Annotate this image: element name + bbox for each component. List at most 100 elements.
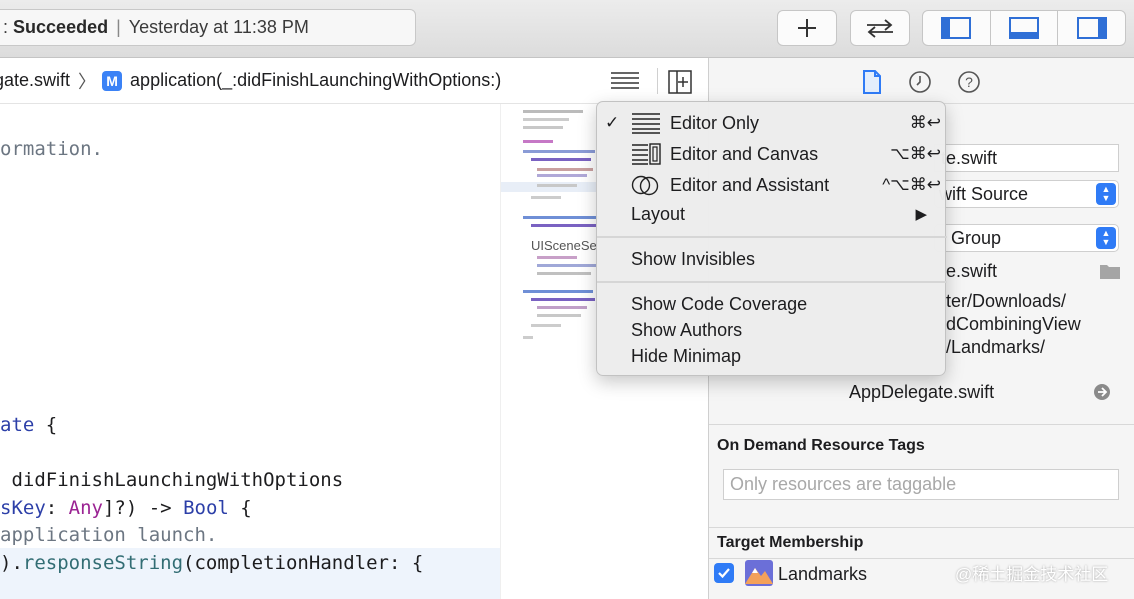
code-token: (completionHandler: { (183, 552, 424, 574)
menu-item-label: Hide Minimap (631, 345, 742, 366)
path-line: dCombiningView (946, 314, 1081, 334)
menu-item-label: Layout (631, 203, 686, 224)
minimap-line (523, 150, 595, 153)
minimap-line (537, 272, 591, 275)
menu-item-hide-minimap[interactable]: Hide Minimap (597, 342, 947, 370)
menu-item-label: Editor and Canvas (670, 143, 819, 164)
code-token: Any (68, 497, 103, 519)
menu-item-editor-only[interactable]: ✓ Editor Only ⌘↩ (597, 109, 947, 137)
submenu-arrow-icon: ▶ (915, 206, 927, 223)
minimap-line (531, 158, 591, 161)
toggle-navigator-button[interactable] (923, 11, 991, 45)
inspector-tabs: ? (709, 58, 1134, 104)
xcode-window: : Succeeded | Yesterday at 11:38 PM gate… (0, 0, 1134, 599)
menu-item-show-invisibles[interactable]: Show Invisibles (597, 245, 947, 273)
status-prefix: : (3, 17, 9, 37)
add-button[interactable] (777, 10, 837, 46)
swap-arrows-icon (867, 19, 893, 38)
section-divider (709, 424, 1134, 425)
tab-history-inspector[interactable] (908, 70, 932, 99)
code-line: sKey: Any]?) -> Bool { (0, 497, 252, 519)
source-editor[interactable]: ormation. ate { didFinishLaunchingWithOp… (0, 104, 500, 599)
activity-status: : Succeeded | Yesterday at 11:38 PM (0, 9, 416, 46)
editor-options-button[interactable] (610, 70, 640, 97)
code-review-button[interactable] (850, 10, 910, 46)
file-type-value: wift Source (939, 183, 1029, 204)
minimap-line (523, 126, 563, 129)
minimap-line (537, 306, 587, 309)
minimap-line (531, 324, 561, 327)
file-name-label: e.swift (946, 261, 998, 281)
add-editor-button[interactable] (668, 70, 692, 99)
code-token: ]?) -> (102, 497, 184, 519)
jump-bar: gate.swift 〉 M application(_:didFinishLa… (0, 58, 708, 104)
target-membership-title: Target Membership (717, 534, 864, 551)
code-token: { (228, 497, 252, 519)
jumpbar-divider (657, 68, 658, 94)
status-time: Yesterday at 11:38 PM (128, 17, 309, 37)
minimap-line (531, 196, 561, 199)
split-editor-icon (668, 70, 692, 94)
location-popup[interactable]: Group ▲ ▼ (934, 224, 1119, 252)
debug-panel-icon (1009, 17, 1039, 39)
popup-arrows-icon: ▲ ▼ (1096, 227, 1116, 249)
location-value: Group (951, 227, 1002, 248)
checkmark-icon: ✓ (605, 113, 620, 132)
code-token: { (34, 414, 58, 436)
menu-item-shortcut: ⌘↩ (909, 113, 941, 132)
menu-item-layout[interactable]: Layout ▶ (597, 200, 947, 228)
full-path-file: AppDelegate.swift (849, 382, 995, 402)
jumpbar-method[interactable]: application(_:didFinishLaunchingWithOpti… (130, 70, 501, 91)
menu-item-show-code-coverage[interactable]: Show Code Coverage (597, 290, 947, 318)
app-target-icon (745, 560, 773, 591)
svg-text:?: ? (965, 74, 973, 90)
code-line: ormation. (0, 138, 103, 160)
reveal-folder-button[interactable] (1099, 262, 1121, 285)
editor-canvas-icon (631, 143, 661, 170)
status-result: Succeeded (13, 17, 109, 37)
folder-icon (1100, 265, 1120, 279)
code-token: ate (0, 414, 35, 436)
minimap-line (537, 314, 581, 317)
resource-tags-input[interactable]: Only resources are taggable (723, 469, 1119, 500)
popup-arrows-icon: ▲ ▼ (1096, 183, 1116, 205)
assistant-rings-icon (631, 174, 661, 201)
minimap-line (537, 168, 593, 171)
code-token: Bool (183, 497, 229, 519)
code-token: ). (0, 552, 23, 574)
target-checkbox[interactable] (714, 563, 734, 583)
minimap-label: UISceneSe (531, 238, 597, 253)
window-toolbar: : Succeeded | Yesterday at 11:38 PM (0, 0, 1134, 58)
code-token: sKey (0, 497, 46, 519)
minimap-line (531, 298, 595, 301)
section-divider (709, 558, 1134, 559)
file-type-popup[interactable]: wift Source ▲ ▼ (934, 180, 1119, 208)
minimap-line (537, 184, 577, 187)
toggle-inspector-button[interactable] (1058, 11, 1125, 45)
minimap-line (523, 110, 583, 113)
menu-item-editor-and-assistant[interactable]: Editor and Assistant ^⌥⌘↩ (597, 171, 947, 199)
section-divider (709, 527, 1134, 528)
menu-item-shortcut: ⌥⌘↩ (890, 144, 941, 163)
menu-item-label: Editor Only (670, 112, 760, 133)
file-name-field[interactable]: te.swift (934, 144, 1119, 172)
plus-icon (798, 19, 816, 37)
minimap-line (523, 336, 533, 339)
minimap-line (537, 264, 597, 267)
jumpbar-file[interactable]: gate.swift (0, 70, 70, 91)
minimap-line (537, 256, 577, 259)
menu-separator (597, 281, 947, 283)
menu-item-editor-and-canvas[interactable]: Editor and Canvas ⌥⌘↩ (597, 140, 947, 168)
editor-only-icon (631, 112, 661, 139)
tab-quick-help[interactable]: ? (957, 70, 981, 99)
menu-item-show-authors[interactable]: Show Authors (597, 316, 947, 344)
path-line: ter/Downloads/ (946, 291, 1067, 311)
file-name-value: te.swift (941, 147, 998, 168)
tab-file-inspector[interactable] (862, 70, 882, 99)
menu-separator (597, 236, 947, 238)
editor-options-menu: ✓ Editor Only ⌘↩ Editor and Canvas ⌥⌘↩ E… (596, 101, 947, 376)
arrow-circle-icon (1094, 384, 1110, 400)
watermark: @稀土掘金技术社区 (955, 565, 1109, 584)
toggle-debug-area-button[interactable] (991, 11, 1059, 45)
reveal-in-finder-button[interactable] (1093, 383, 1111, 406)
